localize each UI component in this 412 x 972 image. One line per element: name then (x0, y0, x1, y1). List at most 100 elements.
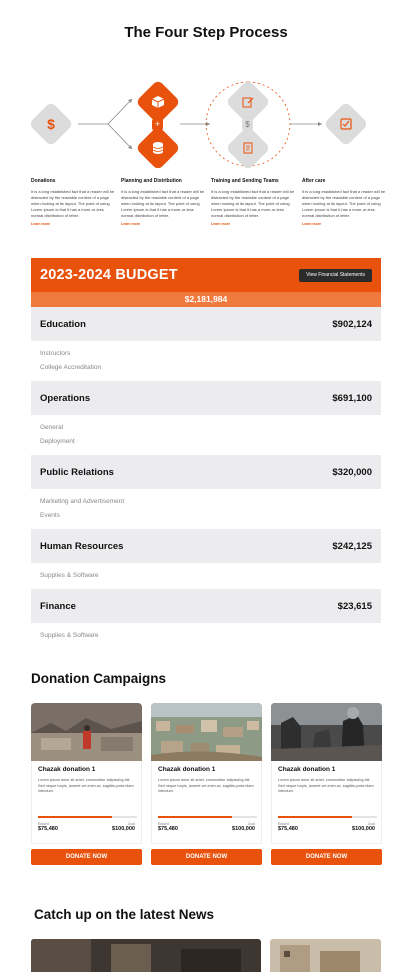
raised-column: Raised $75,480 (158, 822, 178, 832)
campaign-progress-fill (38, 816, 113, 818)
category-name: Human Resources (40, 540, 124, 552)
campaign-text: Lorem ipsum dolor sit amet, consectetur … (38, 778, 134, 793)
learn-more-link[interactable]: Learn more (302, 222, 388, 226)
budget-panel: 2023-2024 BUDGET View Financial Statemen… (31, 258, 381, 649)
donate-now-button[interactable]: DONATE NOW (271, 849, 382, 865)
view-financial-statements-button[interactable]: View Financial Statements (299, 268, 372, 282)
campaign-amounts: Raised $75,480 Goal $100,000 (38, 822, 135, 832)
campaign-card: Chazak donation 1 Lorem ipsum dolor sit … (31, 703, 142, 865)
category-name: Education (40, 318, 86, 330)
goal-column: Goal $100,000 (232, 822, 255, 832)
category-subitems: General Deployment (31, 415, 381, 455)
news-title: Catch up on the latest News (34, 907, 215, 922)
category-subitem: Instructors (40, 350, 71, 357)
campaign-body: Chazak donation 1 Lorem ipsum dolor sit … (271, 761, 382, 844)
raised-column: Raised $75,480 (38, 822, 58, 832)
campaign-body: Chazak donation 1 Lorem ipsum dolor sit … (151, 761, 262, 844)
category-subitem: College Accreditation (40, 364, 102, 371)
donate-now-button[interactable]: DONATE NOW (31, 849, 142, 865)
category-subitem: Deployment (40, 438, 75, 445)
category-subitem: Events (40, 512, 60, 519)
raised-value: $75,480 (38, 826, 58, 832)
category-subitems: Supplies & Software (31, 623, 381, 649)
checkbox-icon (330, 108, 362, 140)
database-icon (142, 132, 174, 164)
campaign-progress (158, 816, 257, 818)
donate-now-button[interactable]: DONATE NOW (151, 849, 262, 865)
campaign-card: Chazak donation 1 Lorem ipsum dolor sit … (151, 703, 262, 865)
step-title: Training and Sending Teams (211, 178, 279, 184)
budget-header: 2023-2024 BUDGET View Financial Statemen… (31, 258, 381, 292)
learn-more-link[interactable]: Learn more (121, 222, 207, 226)
category-subitems: Supplies & Software (31, 563, 381, 589)
budget-row-education: Education $902,124 (31, 307, 381, 341)
category-amount: $691,100 (332, 392, 372, 404)
goal-value: $100,000 (112, 826, 135, 832)
step-title: After care (302, 178, 326, 184)
step-training: Training and Sending Teams It is a long … (211, 178, 297, 226)
campaign-title: Chazak donation 1 (38, 766, 96, 773)
goal-value: $100,000 (232, 826, 255, 832)
learn-more-link[interactable]: Learn more (31, 222, 117, 226)
raised-value: $75,480 (278, 826, 298, 832)
campaign-amounts: Raised $75,480 Goal $100,000 (158, 822, 255, 832)
campaigns-title: Donation Campaigns (31, 671, 167, 686)
campaign-title: Chazak donation 1 (158, 766, 216, 773)
goal-column: Goal $100,000 (112, 822, 135, 832)
category-amount: $242,125 (332, 540, 372, 552)
process-diagram: $ + $ Donations It is a long established… (0, 74, 412, 234)
goal-column: Goal $100,000 (352, 822, 375, 832)
step-donations: Donations It is a long established fact … (31, 178, 117, 226)
category-name: Finance (40, 600, 76, 612)
campaign-text: Lorem ipsum dolor sit amet, consectetur … (158, 778, 254, 793)
category-amount: $320,000 (332, 466, 372, 478)
category-subitem: Supplies & Software (40, 632, 99, 639)
package-icon (142, 86, 174, 118)
news-image[interactable] (270, 939, 381, 972)
campaign-progress (278, 816, 377, 818)
category-subitem: General (40, 424, 64, 431)
campaign-amounts: Raised $75,480 Goal $100,000 (278, 822, 375, 832)
category-subitems: Marketing and Advertisement Events (31, 489, 381, 529)
step-text: It is a long established fact that a rea… (302, 189, 386, 218)
campaign-title: Chazak donation 1 (278, 766, 336, 773)
campaign-progress-fill (158, 816, 233, 818)
campaign-progress (38, 816, 137, 818)
step-text: It is a long established fact that a rea… (121, 189, 205, 218)
page-title: The Four Step Process (124, 24, 288, 41)
category-amount: $23,615 (337, 600, 372, 612)
category-subitem: Marketing and Advertisement (40, 498, 125, 505)
step-title: Planning and Distribution (121, 178, 182, 184)
document-icon (232, 132, 264, 164)
budget-row-public-relations: Public Relations $320,000 (31, 455, 381, 489)
category-subitems: Instructors College Accreditation (31, 341, 381, 381)
goal-value: $100,000 (352, 826, 375, 832)
raised-value: $75,480 (158, 826, 178, 832)
campaign-progress-fill (278, 816, 353, 818)
campaign-image (271, 703, 382, 761)
campaign-text: Lorem ipsum dolor sit amet, consectetur … (278, 778, 374, 793)
budget-total: $2,181,984 (31, 292, 381, 307)
learn-more-link[interactable]: Learn more (211, 222, 297, 226)
campaign-body: Chazak donation 1 Lorem ipsum dolor sit … (31, 761, 142, 844)
step-aftercare: After care It is a long established fact… (302, 178, 388, 226)
category-amount: $902,124 (332, 318, 372, 330)
step-text: It is a long established fact that a rea… (31, 189, 115, 218)
budget-row-operations: Operations $691,100 (31, 381, 381, 415)
budget-row-finance: Finance $23,615 (31, 589, 381, 623)
step-text: It is a long established fact that a rea… (211, 189, 295, 218)
dollar-icon: $ (47, 116, 55, 132)
raised-column: Raised $75,480 (278, 822, 298, 832)
step-planning: Planning and Distribution It is a long e… (121, 178, 207, 226)
news-image[interactable] (31, 939, 261, 972)
budget-title: 2023-2024 BUDGET (40, 267, 178, 283)
edit-icon (232, 86, 264, 118)
category-name: Public Relations (40, 466, 114, 478)
step-title: Donations (31, 178, 56, 184)
category-subitem: Supplies & Software (40, 572, 99, 579)
campaign-image (31, 703, 142, 761)
budget-row-human-resources: Human Resources $242,125 (31, 529, 381, 563)
category-name: Operations (40, 392, 91, 404)
campaign-card: Chazak donation 1 Lorem ipsum dolor sit … (271, 703, 382, 865)
campaign-image (151, 703, 262, 761)
